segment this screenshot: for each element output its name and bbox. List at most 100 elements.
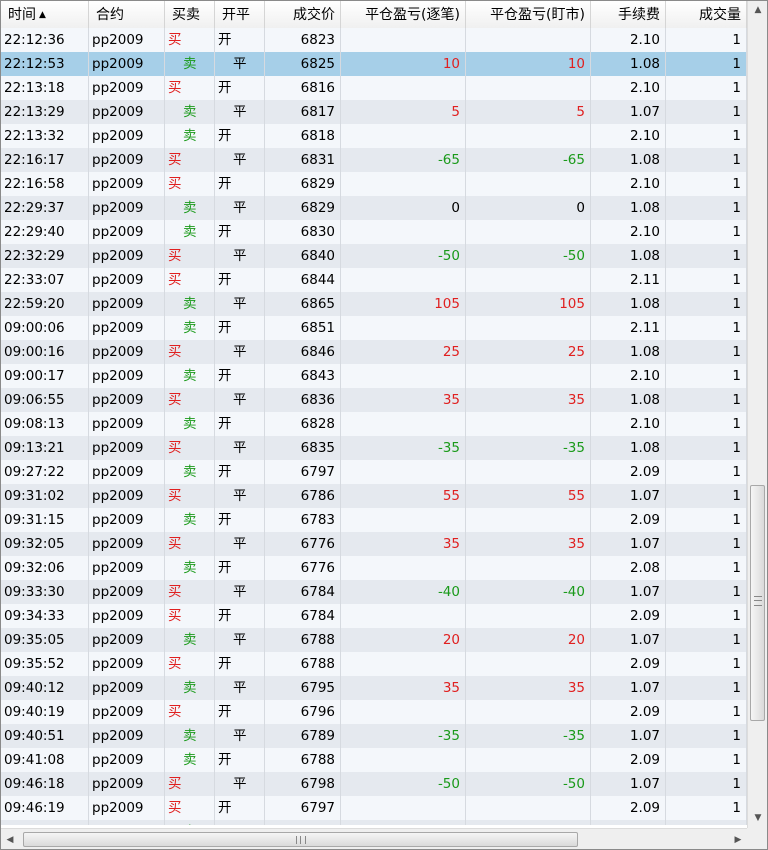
cell-pnl_mtm <box>466 652 591 676</box>
table-row[interactable]: 22:13:18 pp2009 买开 6816 2.10 1 <box>1 76 747 100</box>
table-row[interactable]: 09:40:12 pp2009 卖平 6795 35 35 1.07 1 <box>1 676 747 700</box>
cell-open_close: 平 <box>215 100 265 124</box>
table-row[interactable]: 09:27:22 pp2009 卖开 6797 2.09 1 <box>1 460 747 484</box>
cell-time: 09:35:52 <box>1 652 89 676</box>
table-row[interactable]: 09:46:19 pp2009 买开 6797 2.09 1 <box>1 796 747 820</box>
scroll-down-arrow-icon[interactable]: ▼ <box>748 809 767 827</box>
cell-pnl_mtm <box>466 268 591 292</box>
table-row[interactable]: 09:32:05 pp2009 买平 6776 35 35 1.07 1 <box>1 532 747 556</box>
column-header-label: 平仓盈亏(逐笔) <box>365 7 460 23</box>
scroll-up-arrow-icon[interactable]: ▲ <box>748 1 767 19</box>
table-row[interactable]: 09:33:30 pp2009 买平 6784 -40 -40 1.07 1 <box>1 580 747 604</box>
table-row[interactable]: 09:00:17 pp2009 卖开 6843 2.10 1 <box>1 364 747 388</box>
table-row[interactable]: 09:08:13 pp2009 卖开 6828 2.10 1 <box>1 412 747 436</box>
table-row[interactable]: 09:31:15 pp2009 卖开 6783 2.09 1 <box>1 508 747 532</box>
vertical-scrollbar[interactable]: ▲ ▼ <box>747 1 767 828</box>
cell-price: 6846 <box>265 340 341 364</box>
cell-pnl_mtm: 5 <box>466 100 591 124</box>
table-row[interactable]: 09:41:08 pp2009 卖开 6788 2.09 1 <box>1 748 747 772</box>
cell-open_close: 开 <box>215 700 265 724</box>
table-row[interactable]: 09:35:05 pp2009 卖平 6788 20 20 1.07 1 <box>1 628 747 652</box>
cell-qty: 1 <box>666 796 747 820</box>
cell-pnl_mtm <box>466 316 591 340</box>
grid-body: 22:12:36 pp2009 买开 6823 2.10 1 22:12:53 pp2009 卖… <box>1 28 747 825</box>
scroll-left-arrow-icon[interactable]: ◀ <box>1 831 19 849</box>
cell-pnl_trade: 5 <box>341 100 466 124</box>
cell-pnl_mtm: 35 <box>466 532 591 556</box>
table-row[interactable]: 09:32:06 pp2009 卖开 6776 2.08 1 <box>1 556 747 580</box>
table-row[interactable]: 09:40:19 pp2009 买开 6796 2.09 1 <box>1 700 747 724</box>
table-row[interactable]: 22:13:32 pp2009 卖开 6818 2.10 1 <box>1 124 747 148</box>
column-header-side[interactable]: 买卖 <box>165 1 215 28</box>
cell-time: 22:13:32 <box>1 124 89 148</box>
cell-qty: 1 <box>666 196 747 220</box>
table-row[interactable]: 09:06:55 pp2009 买平 6836 35 35 1.08 1 <box>1 388 747 412</box>
cell-pnl_trade <box>341 316 466 340</box>
table-row[interactable]: 09:35:52 pp2009 买开 6788 2.09 1 <box>1 652 747 676</box>
cell-open_close: 平 <box>215 724 265 748</box>
column-header-pnl_mtm[interactable]: 平仓盈亏(盯市) <box>466 1 591 28</box>
cell-fee: 2.10 <box>591 28 666 52</box>
cell-price: 6817 <box>265 100 341 124</box>
table-row[interactable]: 22:32:29 pp2009 买平 6840 -50 -50 1.08 1 <box>1 244 747 268</box>
cell-qty: 1 <box>666 724 747 748</box>
cell-price: 6828 <box>265 412 341 436</box>
table-row[interactable]: 22:12:36 pp2009 买开 6823 2.10 1 <box>1 28 747 52</box>
cell-contract: pp2009 <box>89 244 165 268</box>
cell-contract: pp2009 <box>89 604 165 628</box>
cell-contract: pp2009 <box>89 28 165 52</box>
table-row[interactable]: 09:13:21 pp2009 买平 6835 -35 -35 1.08 1 <box>1 436 747 460</box>
cell-qty: 1 <box>666 28 747 52</box>
table-row[interactable]: 09:46:18 pp2009 买平 6798 -50 -50 1.07 1 <box>1 772 747 796</box>
cell-contract: pp2009 <box>89 508 165 532</box>
table-row[interactable]: 09:00:06 pp2009 卖开 6851 2.11 1 <box>1 316 747 340</box>
table-row[interactable]: 22:12:53 pp2009 卖平 6825 10 10 1.08 1 <box>1 52 747 76</box>
cell-fee: 2.09 <box>591 604 666 628</box>
column-header-time[interactable]: 时间 ▲ <box>1 1 89 28</box>
cell-price: 6823 <box>265 28 341 52</box>
cell-pnl_trade <box>341 604 466 628</box>
table-row[interactable]: 09:40:51 pp2009 卖平 6789 -35 -35 1.07 1 <box>1 724 747 748</box>
cell-open_close: 平 <box>215 676 265 700</box>
cell-side: 买 <box>165 772 215 796</box>
column-header-price[interactable]: 成交价 <box>265 1 341 28</box>
table-row[interactable]: 22:59:20 pp2009 卖平 6865 105 105 1.08 1 <box>1 292 747 316</box>
vertical-scroll-thumb[interactable] <box>750 485 765 721</box>
column-header-open_close[interactable]: 开平 <box>215 1 265 28</box>
cell-contract: pp2009 <box>89 412 165 436</box>
cell-pnl_trade: -35 <box>341 724 466 748</box>
table-row[interactable]: 22:13:29 pp2009 卖平 6817 5 5 1.07 1 <box>1 100 747 124</box>
table-row[interactable]: 22:33:07 pp2009 买开 6844 2.11 1 <box>1 268 747 292</box>
table-row[interactable]: 22:29:37 pp2009 卖平 6829 0 0 1.08 1 <box>1 196 747 220</box>
cell-fee: 2.09 <box>591 700 666 724</box>
cell-open_close: 平 <box>215 628 265 652</box>
cell-fee: 1.08 <box>591 292 666 316</box>
table-row[interactable]: 22:16:58 pp2009 买开 6829 2.10 1 <box>1 172 747 196</box>
table-row[interactable]: 09:00:16 pp2009 买平 6846 25 25 1.08 1 <box>1 340 747 364</box>
horizontal-scroll-thumb[interactable] <box>23 832 578 847</box>
table-row[interactable]: 22:16:17 pp2009 买平 6831 -65 -65 1.08 1 <box>1 148 747 172</box>
table-row[interactable]: 09:31:02 pp2009 买平 6786 55 55 1.07 1 <box>1 484 747 508</box>
column-header-fee[interactable]: 手续费 <box>591 1 666 28</box>
cell-time: 22:12:53 <box>1 52 89 76</box>
cell-qty: 1 <box>666 412 747 436</box>
cell-open_close: 平 <box>215 388 265 412</box>
cell-qty: 1 <box>666 220 747 244</box>
cell-fee: 1.08 <box>591 436 666 460</box>
cell-price: 6796 <box>265 700 341 724</box>
cell-qty: 1 <box>666 772 747 796</box>
table-row[interactable]: 09:34:33 pp2009 买开 6784 2.09 1 <box>1 604 747 628</box>
cell-contract: pp2009 <box>89 76 165 100</box>
table-row[interactable]: 09:46:26pp2009卖平6792551.071 <box>1 820 747 825</box>
horizontal-scrollbar[interactable]: ◀ ▶ <box>1 828 747 849</box>
column-header-pnl_trade[interactable]: 平仓盈亏(逐笔) <box>341 1 466 28</box>
column-header-label: 平仓盈亏(盯市) <box>490 7 585 23</box>
cell-pnl_mtm: -35 <box>466 436 591 460</box>
cell-fee: 1.08 <box>591 340 666 364</box>
column-header-contract[interactable]: 合约 <box>89 1 165 28</box>
cell-qty: 1 <box>666 604 747 628</box>
scroll-right-arrow-icon[interactable]: ▶ <box>729 831 747 849</box>
table-row[interactable]: 22:29:40 pp2009 卖开 6830 2.10 1 <box>1 220 747 244</box>
column-header-qty[interactable]: 成交量 <box>666 1 747 28</box>
cell-pnl_mtm: -40 <box>466 580 591 604</box>
